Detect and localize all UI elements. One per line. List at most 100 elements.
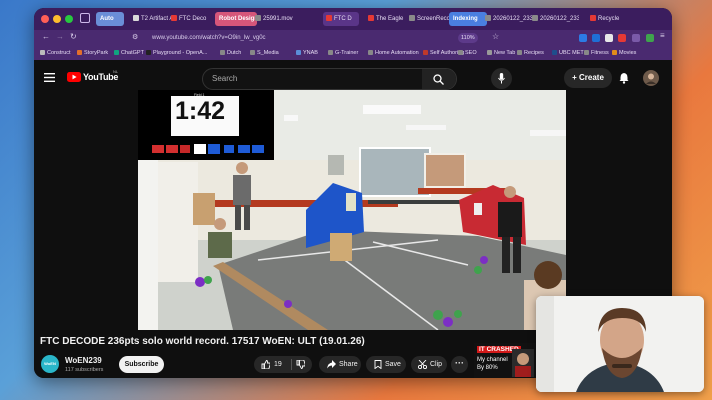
- webcam-overlay: [536, 296, 704, 392]
- bookmark-item[interactable]: Home Automation: [368, 48, 419, 58]
- close-window-button[interactable]: [41, 15, 49, 23]
- bookmark-favicon-icon: [220, 50, 225, 56]
- zoom-window-button[interactable]: [65, 15, 73, 23]
- channel-avatar[interactable]: WoEN: [41, 355, 59, 373]
- tab-favicon-icon: [368, 15, 374, 22]
- recommended-video-thumbnail[interactable]: IT CRASHED My channel By 80%: [474, 343, 536, 378]
- tab-group-label[interactable]: Auto: [96, 12, 124, 26]
- tab-favicon-icon: [133, 15, 139, 22]
- bookmark-item[interactable]: ChatGPT: [114, 48, 144, 58]
- bookmark-label: New Tab: [494, 50, 516, 56]
- create-button[interactable]: + Create: [564, 68, 612, 88]
- extension-icon[interactable]: [618, 34, 626, 42]
- site-info-icon[interactable]: ⚙: [132, 33, 138, 41]
- like-button[interactable]: 19: [254, 356, 312, 373]
- bookmark-item[interactable]: Movies: [612, 48, 636, 58]
- sidebar-toggle-icon[interactable]: [80, 13, 90, 23]
- browser-tab[interactable]: FTC Deco: [168, 12, 218, 26]
- url-field[interactable]: www.youtube.com/watch?v=O9in_lw_vg0c: [152, 33, 482, 43]
- search-button[interactable]: [422, 69, 456, 89]
- webcam-image: [536, 296, 704, 392]
- search-input[interactable]: Search: [212, 74, 237, 83]
- reload-icon[interactable]: ↻: [70, 32, 77, 41]
- youtube-logo-icon[interactable]: [67, 72, 81, 82]
- bookmark-item[interactable]: YNAB: [296, 48, 318, 58]
- video-player[interactable]: Field 1 1:42: [138, 90, 566, 330]
- bookmark-favicon-icon: [584, 50, 589, 56]
- back-icon[interactable]: ←: [42, 32, 50, 41]
- bookmark-label: UBC MET: [559, 50, 584, 56]
- share-label: Share: [339, 361, 358, 368]
- browser-tab[interactable]: Recycle: [587, 12, 633, 26]
- video-title: FTC DECODE 236pts solo world record. 175…: [40, 336, 365, 347]
- clip-button[interactable]: Clip: [411, 356, 447, 373]
- scissors-icon: [418, 360, 427, 369]
- bookmark-item[interactable]: G-Trainer: [328, 48, 358, 58]
- bookmark-item[interactable]: Fitness: [584, 48, 609, 58]
- bookmark-item[interactable]: UBC MET: [552, 48, 584, 58]
- thumbnail-text: My channel: [477, 357, 508, 363]
- tab-bar: Auto T2 Artifact A FTC Deco Robot Design 259…: [34, 8, 672, 30]
- tab-favicon-icon: [532, 15, 538, 22]
- bookmark-favicon-icon: [114, 50, 119, 56]
- region-code: NL: [113, 69, 119, 74]
- bookmark-favicon-icon: [517, 50, 522, 56]
- bookmark-item[interactable]: Dutch: [220, 48, 241, 58]
- bookmark-favicon-icon: [458, 50, 463, 56]
- extension-icon[interactable]: [605, 34, 613, 42]
- bookmark-item[interactable]: SEO: [458, 48, 477, 58]
- browser-tab[interactable]: 20260122_23381: [529, 12, 579, 26]
- bookmark-item[interactable]: Playground - OpenA...: [146, 48, 207, 58]
- minimize-window-button[interactable]: [53, 15, 61, 23]
- bookmark-item[interactable]: StoryPark: [77, 48, 108, 58]
- scoreboard-panel: [146, 140, 273, 158]
- browser-tab[interactable]: FTC D: [323, 12, 359, 26]
- tab-favicon-icon: [255, 15, 261, 22]
- zoom-level[interactable]: 110%: [458, 33, 478, 43]
- voice-search-button[interactable]: [491, 68, 512, 89]
- more-horizontal-icon: ···: [455, 358, 464, 368]
- bookmark-item[interactable]: Recipes: [517, 48, 544, 58]
- more-actions-button[interactable]: ···: [451, 356, 468, 373]
- bookmarks-bar: Construct StoryPark ChatGPT Playground - Op…: [34, 46, 672, 61]
- extension-icon[interactable]: [592, 34, 600, 42]
- tab-label: 20260122_23381: [540, 16, 579, 22]
- extension-icon[interactable]: [632, 34, 640, 42]
- subscribe-button[interactable]: Subscribe: [119, 356, 164, 373]
- bookmark-favicon-icon: [146, 50, 151, 56]
- bookmark-label: SEO: [465, 50, 477, 56]
- forward-icon[interactable]: →: [56, 32, 64, 41]
- share-icon: [327, 360, 336, 369]
- bookmark-star-icon[interactable]: ☆: [492, 32, 499, 41]
- bookmark-favicon-icon: [368, 50, 373, 56]
- thumbs-down-icon[interactable]: [296, 360, 305, 369]
- tab-group-label[interactable]: Robot Design: [215, 12, 257, 26]
- browser-tab[interactable]: 25991.mov: [252, 12, 306, 26]
- share-button[interactable]: Share: [319, 356, 361, 373]
- save-label: Save: [385, 361, 401, 368]
- tab-favicon-icon: [171, 15, 177, 22]
- bookmark-favicon-icon: [423, 50, 428, 56]
- bookmark-label: Movies: [619, 50, 637, 56]
- save-button[interactable]: Save: [366, 356, 406, 373]
- bookmark-label: Recipes: [524, 50, 544, 56]
- bookmark-item[interactable]: New Tab: [487, 48, 515, 58]
- browser-tab[interactable]: 20260122_23381: [482, 12, 532, 26]
- menu-icon[interactable]: ≡: [660, 31, 665, 40]
- video-frame: [138, 90, 566, 330]
- tab-favicon-icon: [409, 15, 415, 22]
- thumbnail-image: [512, 349, 534, 377]
- extension-icon[interactable]: [579, 34, 587, 42]
- bookmark-favicon-icon: [328, 50, 333, 56]
- bookmark-label: S_Media: [257, 50, 279, 56]
- extension-icon[interactable]: [646, 34, 654, 42]
- bookmark-item[interactable]: Construct: [40, 48, 71, 58]
- account-avatar[interactable]: [643, 70, 659, 86]
- browser-tab[interactable]: The Eagle: [365, 12, 407, 26]
- bookmark-item[interactable]: S_Media: [250, 48, 279, 58]
- channel-name[interactable]: WoEN239: [65, 356, 102, 365]
- bookmark-label: G-Trainer: [335, 50, 359, 56]
- search-box[interactable]: Search: [202, 68, 457, 90]
- notifications-bell-icon[interactable]: [619, 72, 629, 84]
- hamburger-menu-icon[interactable]: [44, 73, 55, 82]
